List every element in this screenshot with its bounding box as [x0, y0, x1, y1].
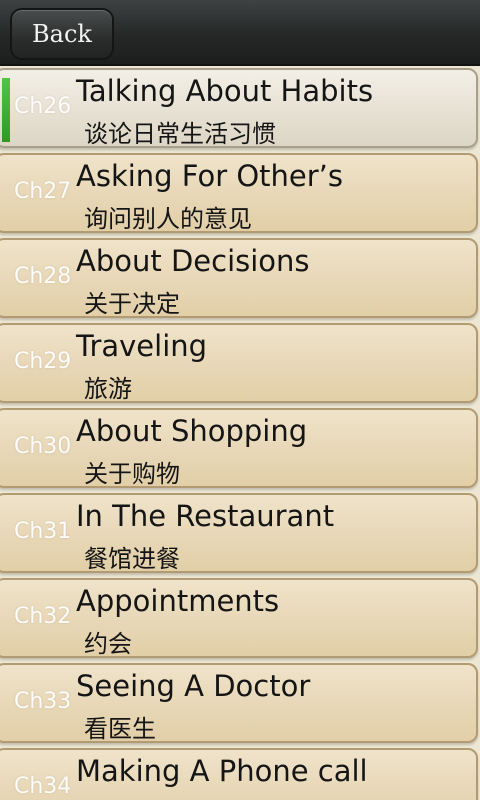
back-button[interactable]: Back — [10, 8, 114, 60]
chapter-title: Traveling — [76, 329, 208, 363]
chapter-row-ch27[interactable]: Ch27 Asking For Other’s 询问别人的意见 — [0, 153, 478, 233]
chapter-number: Ch34 — [14, 774, 72, 799]
chapter-subtitle: 关于购物 — [84, 460, 180, 488]
chapter-number: Ch26 — [14, 94, 72, 119]
chapter-title: In The Restaurant — [76, 499, 335, 533]
chapter-row-ch33[interactable]: Ch33 Seeing A Doctor 看医生 — [0, 663, 478, 743]
chapter-subtitle: 看医生 — [84, 715, 156, 743]
chapter-row-ch28[interactable]: Ch28 About Decisions 关于决定 — [0, 238, 478, 318]
chapter-subtitle: 关于决定 — [84, 290, 180, 318]
chapter-number: Ch29 — [14, 349, 72, 374]
chapter-subtitle: 询问别人的意见 — [84, 205, 252, 233]
chapter-number: Ch32 — [14, 604, 72, 629]
chapter-title: About Shopping — [76, 414, 308, 448]
chapter-title: About Decisions — [76, 244, 310, 278]
chapter-list[interactable]: Ch26 Talking About Habits 谈论日常生活习惯 Ch27 … — [0, 66, 480, 800]
chapter-row-ch30[interactable]: Ch30 About Shopping 关于购物 — [0, 408, 478, 488]
top-bar: Back — [0, 0, 480, 66]
chapter-title: Making A Phone call — [76, 754, 368, 788]
chapter-row-ch32[interactable]: Ch32 Appointments 约会 — [0, 578, 478, 658]
chapter-number: Ch31 — [14, 519, 72, 544]
chapter-subtitle: 谈论日常生活习惯 — [84, 120, 276, 148]
chapter-number: Ch28 — [14, 264, 72, 289]
chapter-row-ch26[interactable]: Ch26 Talking About Habits 谈论日常生活习惯 — [0, 68, 478, 148]
chapter-title: Appointments — [76, 584, 280, 618]
chapter-row-ch31[interactable]: Ch31 In The Restaurant 餐馆进餐 — [0, 493, 478, 573]
selected-indicator — [2, 78, 10, 142]
chapter-title: Asking For Other’s — [76, 159, 344, 193]
chapter-subtitle: 旅游 — [84, 375, 132, 403]
chapter-title: Talking About Habits — [76, 74, 374, 108]
chapter-number: Ch33 — [14, 689, 72, 714]
chapter-subtitle: 餐馆进餐 — [84, 545, 180, 573]
chapter-number: Ch30 — [14, 434, 72, 459]
chapter-number: Ch27 — [14, 179, 72, 204]
chapter-row-ch29[interactable]: Ch29 Traveling 旅游 — [0, 323, 478, 403]
chapter-subtitle: 约会 — [84, 630, 132, 658]
chapter-title: Seeing A Doctor — [76, 669, 311, 703]
chapter-row-ch34[interactable]: Ch34 Making A Phone call — [0, 748, 478, 800]
